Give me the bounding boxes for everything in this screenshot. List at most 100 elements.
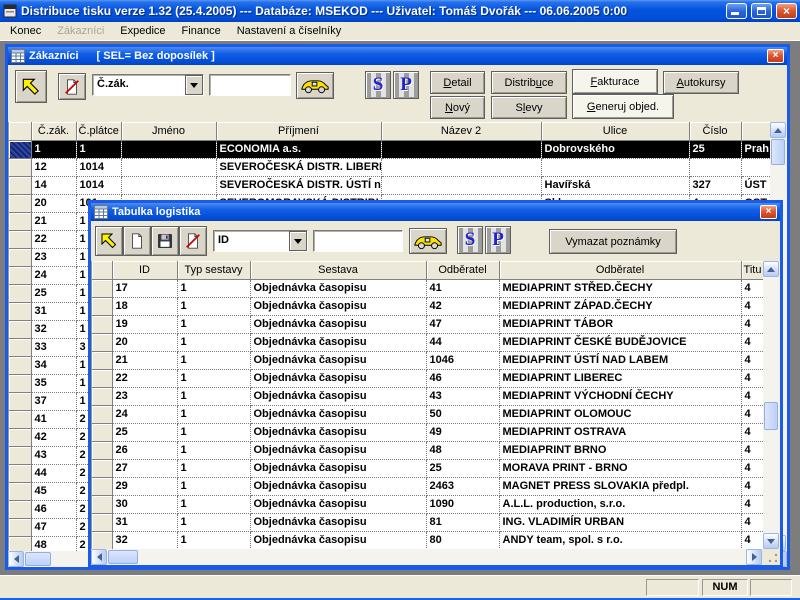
- cell[interactable]: 48: [426, 441, 499, 459]
- cell[interactable]: 24: [31, 266, 76, 284]
- customers-titlebar[interactable]: Zákazníci [ SEL= Bez doposílek ]: [8, 47, 787, 65]
- cell[interactable]: Havířská: [541, 176, 689, 194]
- scroll-left-button[interactable]: [8, 551, 24, 567]
- cell[interactable]: 20: [112, 333, 177, 351]
- cell[interactable]: Objednávka časopisu: [250, 477, 426, 495]
- cell[interactable]: 17: [112, 279, 177, 297]
- cell[interactable]: 25: [689, 140, 741, 158]
- row-selector-header[interactable]: [92, 261, 112, 279]
- scroll-thumb[interactable]: [764, 402, 778, 430]
- menu-nastaveni[interactable]: Nastavení a číselníky: [229, 23, 350, 39]
- row-selector[interactable]: [9, 176, 31, 194]
- row-selector[interactable]: [92, 459, 112, 477]
- menu-konec[interactable]: Konec: [2, 23, 49, 39]
- s-button[interactable]: S: [457, 226, 483, 254]
- column-header[interactable]: Č.zák.: [31, 122, 76, 140]
- row-selector[interactable]: [9, 410, 31, 428]
- new-record-button[interactable]: [123, 226, 151, 256]
- column-header[interactable]: Odběratel: [426, 261, 499, 279]
- cell[interactable]: A.L.L. production, s.r.o.: [499, 495, 741, 513]
- cell[interactable]: Objednávka časopisu: [250, 279, 426, 297]
- scroll-thumb[interactable]: [771, 139, 785, 165]
- cell[interactable]: 20: [31, 194, 76, 212]
- cell[interactable]: 18: [112, 297, 177, 315]
- go-search-button[interactable]: [296, 72, 334, 99]
- cell[interactable]: ECONOMIA a.s.: [216, 140, 381, 158]
- cell[interactable]: 1: [177, 441, 250, 459]
- cell[interactable]: 4: [741, 297, 763, 315]
- cell[interactable]: Objednávka časopisu: [250, 441, 426, 459]
- cell[interactable]: 1: [177, 477, 250, 495]
- search-input[interactable]: [313, 230, 403, 252]
- cell[interactable]: 21: [112, 351, 177, 369]
- select-record-button[interactable]: [95, 226, 123, 256]
- cell[interactable]: SEVEROČESKÁ DISTR. ÚSTÍ n/: [216, 176, 381, 194]
- cell[interactable]: 4: [741, 279, 763, 297]
- cell[interactable]: Objednávka časopisu: [250, 513, 426, 531]
- cell[interactable]: 4: [741, 513, 763, 531]
- cell[interactable]: 81: [426, 513, 499, 531]
- cell[interactable]: 1: [177, 459, 250, 477]
- cell[interactable]: 48: [31, 536, 76, 551]
- s-button[interactable]: S: [365, 71, 391, 99]
- cell[interactable]: 1: [177, 531, 250, 549]
- row-selector[interactable]: [9, 140, 31, 158]
- cell[interactable]: 14: [31, 176, 76, 194]
- cell[interactable]: 46: [426, 369, 499, 387]
- cell[interactable]: [121, 158, 216, 176]
- logistics-vertical-scrollbar[interactable]: [763, 261, 780, 549]
- row-selector[interactable]: [9, 482, 31, 500]
- slevy-button[interactable]: Slevy: [491, 96, 567, 119]
- cell[interactable]: 12: [31, 158, 76, 176]
- customers-close-button[interactable]: [767, 49, 784, 63]
- row-selector[interactable]: [92, 387, 112, 405]
- row-selector[interactable]: [92, 423, 112, 441]
- cell[interactable]: MEDIAPRINT OLOMOUC: [499, 405, 741, 423]
- scroll-up-button[interactable]: [763, 261, 779, 277]
- edit-clear-button[interactable]: [179, 226, 207, 256]
- cell[interactable]: MEDIAPRINT ZÁPAD.ČECHY: [499, 297, 741, 315]
- menu-zakaznici[interactable]: Zákazníci: [49, 23, 112, 39]
- column-header[interactable]: Sestava: [250, 261, 426, 279]
- cell[interactable]: Objednávka časopisu: [250, 423, 426, 441]
- cell[interactable]: Prah: [741, 140, 770, 158]
- cell[interactable]: [689, 158, 741, 176]
- cell[interactable]: 46: [31, 500, 76, 518]
- row-selector[interactable]: [92, 369, 112, 387]
- cell[interactable]: 1: [177, 369, 250, 387]
- cell[interactable]: 35: [31, 374, 76, 392]
- cell[interactable]: MEDIAPRINT TÁBOR: [499, 315, 741, 333]
- cell[interactable]: 25: [426, 459, 499, 477]
- resize-grip[interactable]: [762, 549, 780, 565]
- cell[interactable]: 4: [741, 315, 763, 333]
- cell[interactable]: 1: [177, 513, 250, 531]
- cell[interactable]: [381, 176, 541, 194]
- row-selector[interactable]: [9, 284, 31, 302]
- cell[interactable]: 1: [177, 297, 250, 315]
- cell[interactable]: 19: [112, 315, 177, 333]
- cell[interactable]: 1: [31, 140, 76, 158]
- cell[interactable]: 25: [31, 284, 76, 302]
- cell[interactable]: SEVEROČESKÁ DISTR. LIBEREC: [216, 158, 381, 176]
- cell[interactable]: MEDIAPRINT ÚSTÍ NAD LABEM: [499, 351, 741, 369]
- cell[interactable]: Objednávka časopisu: [250, 495, 426, 513]
- menu-expedice[interactable]: Expedice: [112, 23, 173, 39]
- cell[interactable]: 47: [426, 315, 499, 333]
- cell[interactable]: 42: [426, 297, 499, 315]
- main-titlebar[interactable]: Distribuce tisku verze 1.32 (25.4.2005) …: [0, 0, 800, 22]
- cell[interactable]: 32: [31, 320, 76, 338]
- cell[interactable]: 327: [689, 176, 741, 194]
- row-selector[interactable]: [9, 518, 31, 536]
- row-selector[interactable]: [9, 320, 31, 338]
- column-header[interactable]: ID: [112, 261, 177, 279]
- column-header[interactable]: Titu: [741, 261, 763, 279]
- cell[interactable]: 23: [31, 248, 76, 266]
- scroll-down-button[interactable]: [763, 533, 779, 549]
- row-selector[interactable]: [92, 477, 112, 495]
- cell[interactable]: 1014: [76, 176, 121, 194]
- row-selector[interactable]: [92, 279, 112, 297]
- cell[interactable]: 1: [177, 333, 250, 351]
- row-selector[interactable]: [9, 230, 31, 248]
- cell[interactable]: MORAVA PRINT - BRNO: [499, 459, 741, 477]
- cell[interactable]: 32: [112, 531, 177, 549]
